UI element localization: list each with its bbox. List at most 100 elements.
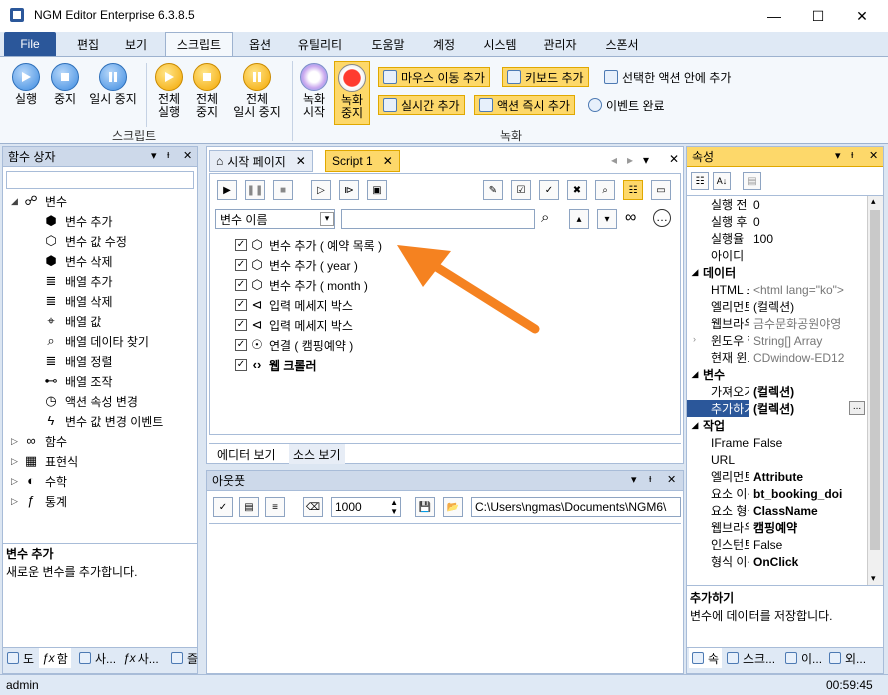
tree-item[interactable]: ⬢ 변수 추가 [43,211,112,231]
pause-all-button[interactable]: 전체 일시 중지 [228,63,286,119]
event-done-button[interactable]: 이벤트 완료 [584,95,669,115]
line-checkbox[interactable]: ✓ [235,239,247,251]
monitor-icon[interactable]: ▭ [651,180,671,200]
tab-left-2[interactable]: ƒx 함 [39,648,71,668]
tree-item[interactable]: ≣ 배열 삭제 [43,291,113,311]
add-in-action-button[interactable]: 선택한 액션 안에 추가 [600,67,735,87]
record-start-button[interactable]: 녹화 시작 [298,63,330,119]
script-line[interactable]: ✓ ⊲ 입력 메세지 박스 [235,295,353,315]
tab-sponsor[interactable]: 스폰서 [596,32,648,56]
pin-icon[interactable]: ᵻ [851,149,853,161]
maximize-button[interactable]: ☐ [796,0,840,32]
tab-scroll-left-icon[interactable]: ◂ [611,153,617,167]
tree-item[interactable]: ⌖ 배열 값 [43,311,101,331]
tab-left-5[interactable]: 즐 [171,648,198,668]
tree-node-variables[interactable]: ◢ ☍ 변수 [11,191,67,211]
tab-left-4[interactable]: ƒx 사... [123,648,159,668]
tree-node-group[interactable]: ▷ ▦ 표현식 [11,451,78,471]
step-icon[interactable]: ▷ [311,180,331,200]
record-stop-button[interactable]: 녹화 중지 [334,61,370,125]
dropdown-icon[interactable]: ▾ [835,149,841,162]
property-row[interactable]: IFrame 사False [687,434,867,451]
dropdown-icon[interactable]: ▾ [631,473,637,486]
property-row[interactable]: 실행 전 지0 [687,196,867,213]
property-row[interactable]: 형식 이름OnClick [687,553,867,570]
next-result-icon[interactable]: ▾ [597,209,617,229]
pin-icon[interactable]: ᵻ [167,149,169,161]
tree-item[interactable]: ≣ 배열 추가 [43,271,113,291]
search-input[interactable] [341,209,535,229]
line-checkbox[interactable]: ✓ [235,359,247,371]
property-row[interactable]: 엘리먼트 ;Attribute [687,468,867,485]
save-icon[interactable]: 💾 [415,497,435,517]
search-field-select[interactable]: 변수 이름 ▾ [215,209,335,229]
stepper-icon[interactable]: ▲ ▼ [390,498,398,516]
close-icon[interactable]: ✕ [183,149,192,162]
property-row[interactable]: 아이디 [687,247,867,264]
script-line[interactable]: ✓ ‹› 웹 크롤러 [235,355,317,375]
tree-item[interactable]: ⬡ 변수 값 수정 [43,231,127,251]
run-script-icon[interactable]: ▶ [217,180,237,200]
line-checkbox[interactable]: ✓ [235,319,247,331]
more-icon[interactable]: … [653,209,671,227]
tab-script[interactable]: 스크립트 [165,32,233,56]
run-selected-icon[interactable]: ▣ [367,180,387,200]
eraser-icon[interactable]: ⌫ [303,497,323,517]
collapse-icon[interactable]: ◢ [687,369,703,380]
folder-icon[interactable]: 📂 [443,497,463,517]
tab-edit[interactable]: 편집 [66,32,110,56]
script-line[interactable]: ✓ ⬡ 변수 추가 ( month ) [235,275,368,295]
tab-properties[interactable]: 속 [689,648,723,668]
tree-node-group[interactable]: ▷ ∞ 함수 [11,431,67,451]
script-line[interactable]: ✓ ⊲ 입력 메세지 박스 [235,315,353,335]
tree-node-group[interactable]: ▷ ◐ 수학 [11,471,67,491]
tree-item[interactable]: ⊷ 배열 조작 [43,371,113,391]
action-instant-add-button[interactable]: 액션 즉시 추가 [474,95,575,115]
property-scrollbar[interactable]: ▴ ▾ [867,196,883,585]
property-row[interactable]: 인스턴트 !False [687,536,867,553]
tree-item[interactable]: ≣ 배열 정렬 [43,351,113,371]
collapse-icon[interactable]: ◢ [687,267,703,278]
property-pages-icon[interactable]: ▤ [743,172,761,190]
output-count-input[interactable]: 1000 ▲ ▼ [331,497,401,517]
tab-script-list[interactable]: 스크... [727,648,775,668]
property-row[interactable]: 실행 후 지0 [687,213,867,230]
property-row[interactable]: 현재 윈도CDwindow-ED12 [687,349,867,366]
tree-item[interactable]: ◷ 액션 속성 변경 [43,391,138,411]
stop-script-icon[interactable]: ■ [273,180,293,200]
tab-left-1[interactable]: 도 [7,648,34,668]
tree-item[interactable]: ⌕ 배열 데이타 찾기 [43,331,149,351]
expand-icon[interactable]: › [693,334,696,344]
function-search-input[interactable] [6,171,194,189]
tab-editor-view[interactable]: 에디터 보기 [213,444,280,464]
property-row[interactable]: 웹브라우저캠핑예약 [687,519,867,536]
tab-help[interactable]: 도움말 [362,32,414,56]
output-path-input[interactable]: C:\Users\ngmas\Documents\NGM6\ [471,497,681,517]
expand-icon[interactable]: ▷ [11,436,21,447]
collapse-icon[interactable]: ◢ [11,196,21,207]
ellipsis-button[interactable]: ... [849,401,865,415]
clear-output-icon[interactable]: ✓ [213,497,233,517]
property-category[interactable]: ◢ 작업 [687,417,867,434]
scroll-down-icon[interactable]: ▾ [871,573,876,584]
scroll-thumb[interactable] [870,210,880,550]
property-category[interactable]: ◢ 변수 [687,366,867,383]
search-icon[interactable]: ⌕ [595,180,615,200]
line-checkbox[interactable]: ✓ [235,299,247,311]
property-row[interactable]: 가져오기(컬렉션) [687,383,867,400]
script-line[interactable]: ✓ ⬡ 변수 추가 ( year ) [235,255,358,275]
stop-all-button[interactable]: 전체 중지 [190,63,224,119]
expand-icon[interactable]: ▷ [11,476,21,487]
run-all-button[interactable]: 전체 실행 [152,63,186,119]
tab-utility[interactable]: 유틸리티 [288,32,352,56]
run-button[interactable]: 실행 [10,63,42,106]
tab-admin[interactable]: 관리자 [534,32,586,56]
pin-icon[interactable]: ᵻ [649,473,651,485]
search-icon[interactable]: ⌕ [541,209,549,226]
tab-view[interactable]: 보기 [114,32,158,56]
property-row[interactable]: HTML 소스<html lang="ko"> [687,281,867,298]
tab-script-1[interactable]: Script 1 ✕ [325,150,400,172]
mouse-move-add-button[interactable]: 마우스 이동 추가 [378,67,490,87]
close-icon[interactable]: ✕ [667,473,676,486]
edit-icon[interactable]: ✎ [483,180,503,200]
